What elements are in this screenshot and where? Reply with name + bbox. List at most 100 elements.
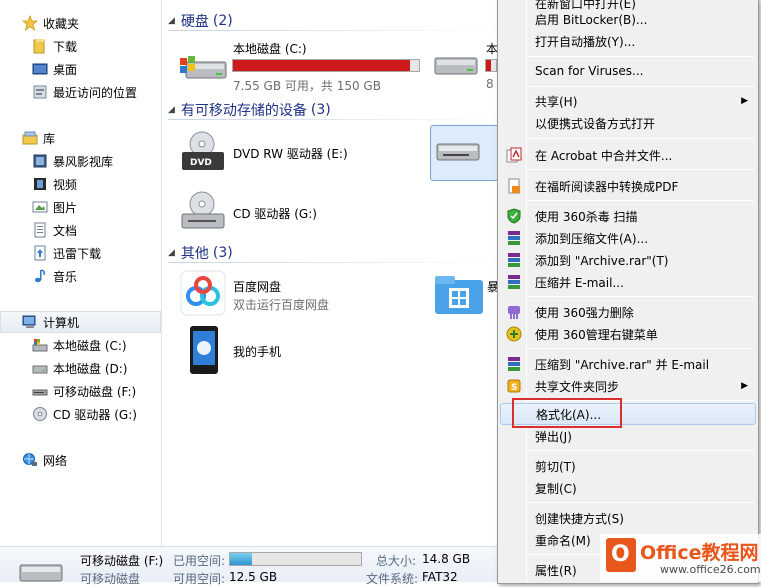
watermark-brand: Office教程网 [640, 542, 759, 564]
menu-item-scan-viruses[interactable]: Scan for Viruses... [500, 60, 756, 82]
menu-item-360-scan[interactable]: 使用 360杀毒 扫描 [500, 205, 756, 227]
menu-item-compress-rar-email[interactable]: 压缩到 "Archive.rar" 并 E-mail [500, 353, 756, 375]
office-logo-icon [606, 538, 636, 572]
menu-item-label: 使用 360强力删除 [535, 305, 634, 320]
nav-item-documents[interactable]: 文档 [0, 219, 161, 241]
details-total-value: 14.8 GB [422, 552, 471, 566]
menu-item-label: 创建快捷方式(S) [535, 511, 624, 526]
menu-separator [528, 200, 754, 201]
item-my-phone[interactable]: 我的手机 [180, 325, 380, 375]
removable-drive-icon [19, 564, 63, 582]
nav-item-baofeng-library[interactable]: 暴风影视库 [0, 150, 161, 172]
nav-item-thunder-downloads[interactable]: 迅雷下载 [0, 242, 161, 264]
item-baofeng[interactable]: 暴 [433, 270, 503, 320]
nav-item-music[interactable]: 音乐 [0, 265, 161, 287]
menu-item-360-force-delete[interactable]: 使用 360强力删除 [500, 301, 756, 323]
nav-libraries[interactable]: 库 [0, 127, 161, 149]
menu-item-label: 剪切(T) [535, 459, 576, 474]
menu-item-label: 弹出(J) [535, 429, 572, 444]
nav-favorites[interactable]: 收藏夹 [0, 12, 161, 34]
group-divider [168, 262, 498, 263]
plus-circle-icon [506, 326, 522, 342]
drive-tile-g[interactable]: CD 驱动器 (G:) [178, 188, 398, 238]
menu-separator [528, 56, 754, 57]
drive-tile-c[interactable]: 本地磁盘 (C:) 7.55 GB 可用，共 150 GB [178, 38, 423, 93]
menu-item-folder-sync[interactable]: S 共享文件夹同步 ▶ [500, 375, 756, 397]
menu-item-acrobat-combine[interactable]: 在 Acrobat 中合并文件... [500, 144, 756, 166]
menu-item-autoplay[interactable]: 打开自动播放(Y)... [500, 30, 756, 52]
submenu-arrow-icon: ▶ [741, 96, 748, 106]
menu-item-share[interactable]: 共享(H) ▶ [500, 90, 756, 112]
menu-item-foxit-convert[interactable]: 在福昕阅读器中转换成PDF [500, 175, 756, 197]
removable-drive-icon [436, 143, 480, 161]
context-menu: 在新窗口中打开(E) 启用 BitLocker(B)... 打开自动播放(Y).… [497, 0, 759, 584]
item-description: 双击运行百度网盘 [233, 298, 330, 312]
nav-item-drive-c[interactable]: 本地磁盘 (C:) [0, 334, 161, 356]
music-note-icon [32, 268, 48, 284]
nav-computer[interactable]: 计算机 [0, 311, 161, 333]
menu-item-label: 压缩并 E-mail... [535, 275, 624, 290]
nav-item-drive-g[interactable]: CD 驱动器 (G:) [0, 403, 161, 425]
drive-usage-fill [233, 60, 410, 71]
menu-item-copy[interactable]: 复制(C) [500, 477, 756, 499]
menu-separator [528, 138, 754, 139]
hard-drive-icon [32, 360, 48, 376]
nav-item-label: 桌面 [53, 62, 78, 77]
menu-item-bitlocker[interactable]: 启用 BitLocker(B)... [500, 8, 756, 30]
menu-item-label: 压缩到 "Archive.rar" 并 E-mail [535, 357, 710, 372]
drive-usage-bar [232, 59, 420, 72]
item-baidu-netdisk[interactable]: 百度网盘 双击运行百度网盘 [180, 270, 410, 318]
group-title: 硬盘 [180, 14, 209, 30]
nav-item-downloads[interactable]: 下载 [0, 35, 161, 57]
menu-item-360-manage-menu[interactable]: 使用 360管理右键菜单 [500, 323, 756, 345]
drive-name: 本地磁盘 (C:) [233, 42, 307, 56]
recent-places-icon [32, 84, 48, 100]
drive-tile-e[interactable]: DVD DVD RW 驱动器 (E:) [178, 128, 398, 178]
drive-tile-d[interactable]: 本 8 [431, 38, 501, 91]
details-pane: 可移动磁盘 (F:) 可移动磁盘 已用空间: 可用空间: 12.5 GB 总大小… [0, 546, 497, 586]
menu-item-add-archive[interactable]: 添加到压缩文件(A)... [500, 227, 756, 249]
menu-separator [528, 169, 754, 170]
menu-item-label: 在 Acrobat 中合并文件... [535, 148, 673, 163]
nav-network[interactable]: 网络 [0, 449, 161, 471]
drive-usage-bar [485, 59, 497, 72]
nav-item-drive-d[interactable]: 本地磁盘 (D:) [0, 357, 161, 379]
group-count: (2) [212, 13, 233, 29]
menu-item-portable-device[interactable]: 以便携式设备方式打开 [500, 112, 756, 134]
collapse-arrow-icon[interactable]: ◢ [168, 16, 175, 26]
drive-tile-f-selected[interactable]: 可 12 [430, 125, 666, 181]
nav-item-label: 视频 [53, 177, 78, 192]
nav-item-drive-f[interactable]: 可移动磁盘 (F:) [0, 380, 161, 402]
drive-free-space: 7.55 GB 可用，共 150 GB [233, 79, 381, 93]
watermark-url: www.office26.com [660, 563, 761, 576]
network-icon [22, 452, 38, 468]
nav-item-recent-places[interactable]: 最近访问的位置 [0, 81, 161, 103]
nav-item-label: 暴风影视库 [53, 154, 114, 169]
baidu-netdisk-icon [180, 270, 226, 316]
nav-item-pictures[interactable]: 图片 [0, 196, 161, 218]
group-count: (3) [310, 102, 331, 118]
menu-item-eject[interactable]: 弹出(J) [500, 425, 756, 447]
nav-item-videos[interactable]: 视频 [0, 173, 161, 195]
nav-item-label: 下载 [53, 39, 78, 54]
group-header-hard-disks[interactable]: ◢ 硬盘 (2) [168, 11, 498, 31]
menu-separator [528, 296, 754, 297]
winrar-icon [508, 275, 520, 289]
group-header-other[interactable]: ◢ 其他 (3) [168, 243, 498, 263]
phone-icon [190, 326, 218, 374]
details-usage-fill [230, 553, 253, 565]
collapse-arrow-icon[interactable]: ◢ [168, 105, 175, 115]
menu-item-cut[interactable]: 剪切(T) [500, 455, 756, 477]
menu-item-label: 重命名(M) [535, 533, 591, 548]
film-icon [32, 176, 48, 192]
menu-item-create-shortcut[interactable]: 创建快捷方式(S) [500, 507, 756, 529]
menu-item-label: 在福昕阅读器中转换成PDF [535, 179, 679, 194]
menu-item-compress-email[interactable]: 压缩并 E-mail... [500, 271, 756, 293]
nav-item-desktop[interactable]: 桌面 [0, 58, 161, 80]
collapse-arrow-icon[interactable]: ◢ [168, 248, 175, 258]
menu-item-add-archive-rar[interactable]: 添加到 "Archive.rar"(T) [500, 249, 756, 271]
group-header-removable[interactable]: ◢ 有可移动存储的设备 (3) [168, 100, 498, 120]
nav-favorites-label: 收藏夹 [43, 16, 80, 31]
group-divider [168, 119, 498, 120]
group-divider [168, 30, 498, 31]
